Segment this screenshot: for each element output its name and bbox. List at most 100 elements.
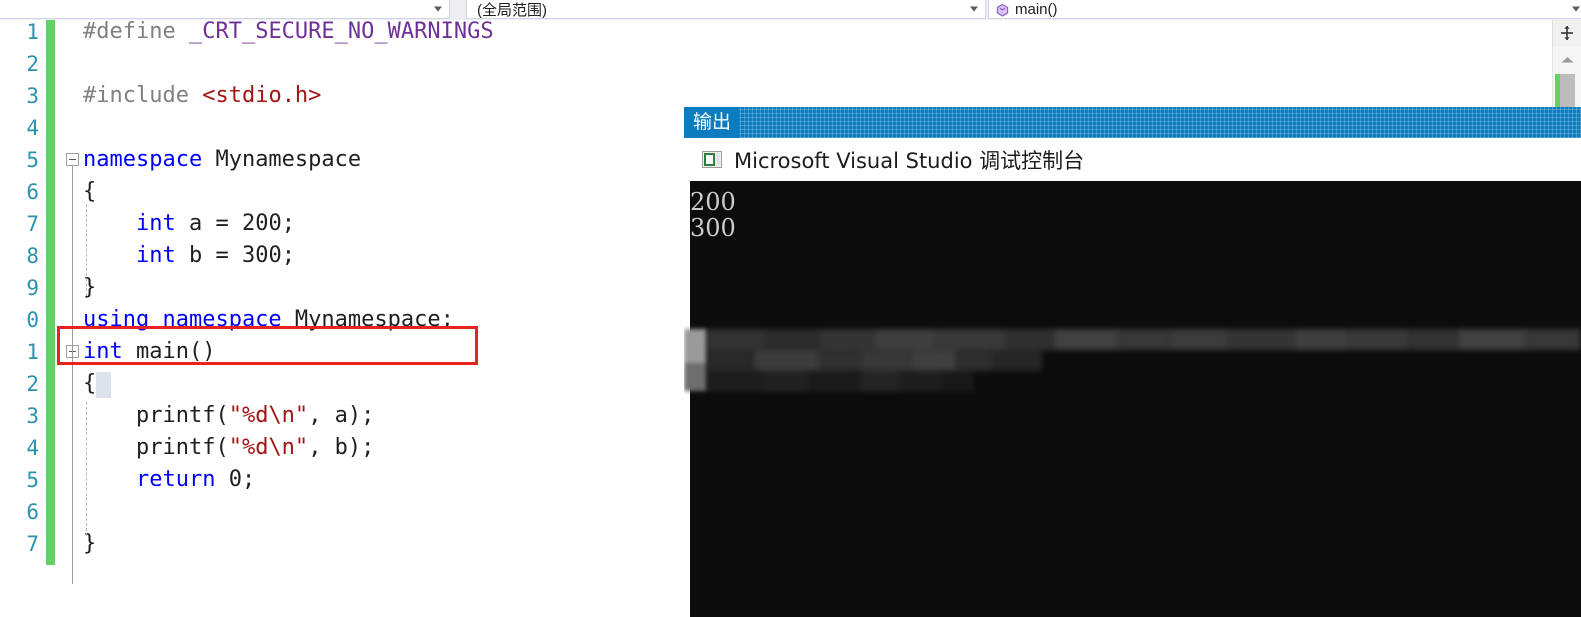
line-number: 1: [26, 340, 39, 364]
line-number: 2: [26, 372, 39, 396]
code-line[interactable]: {: [83, 176, 96, 208]
code-token: return: [135, 467, 216, 492]
redacted-text-block: [860, 350, 912, 371]
code-line[interactable]: namespace Mynamespace: [83, 144, 361, 176]
redacted-text-block: [1348, 329, 1408, 350]
code-line[interactable]: using namespace Mynamespace;: [83, 304, 454, 336]
console-window-title: Microsoft Visual Studio 调试控制台: [734, 148, 1085, 173]
redacted-text-block: [956, 350, 992, 371]
scope-selector-value: (全局范围): [477, 1, 547, 19]
line-number: 4: [26, 436, 39, 460]
redacted-text-block: [1006, 329, 1054, 350]
code-token: b = 300;: [175, 243, 295, 268]
line-number: 7: [26, 532, 39, 556]
code-token: Mynamespace;: [294, 307, 454, 332]
redacted-text-block: [874, 329, 936, 350]
redacted-text-block: [818, 329, 874, 350]
member-selector-combo[interactable]: main(): [988, 0, 1581, 19]
line-number: 9: [26, 276, 39, 300]
redacted-text-block: [1294, 329, 1348, 350]
code-token: _CRT_SECURE_NO_WARNINGS: [188, 20, 494, 44]
code-fold-toggle[interactable]: [66, 153, 79, 166]
code-token: printf(: [83, 403, 229, 428]
code-line[interactable]: }: [83, 272, 96, 304]
line-number: 5: [26, 468, 39, 492]
split-view-icon[interactable]: [1552, 20, 1581, 47]
code-line[interactable]: {: [83, 368, 96, 400]
code-structure-guide: [72, 166, 73, 364]
line-number: 8: [26, 244, 39, 268]
code-token: int: [135, 243, 176, 268]
redacted-text-block: [766, 329, 818, 350]
code-token: int: [135, 211, 176, 236]
redacted-text-block: [944, 371, 974, 392]
code-indent-guide: [86, 402, 87, 536]
unsaved-change-indicator: [46, 20, 55, 565]
line-number: 4: [26, 116, 39, 140]
chevron-down-icon: [970, 6, 978, 12]
console-window-header: Microsoft Visual Studio 调试控制台: [684, 138, 1581, 181]
code-token: {: [83, 371, 97, 396]
code-line[interactable]: #define _CRT_SECURE_NO_WARNINGS: [83, 20, 494, 48]
code-line[interactable]: int b = 300;: [83, 240, 295, 272]
line-number: 3: [26, 404, 39, 428]
code-token: <stdio.h>: [202, 83, 322, 108]
redacted-text-block: [754, 350, 820, 371]
code-token: main(): [122, 339, 216, 364]
redacted-text-block: [992, 350, 1042, 371]
code-token: a = 200;: [175, 211, 295, 236]
console-output-line: 200: [690, 188, 736, 216]
redacted-text-block: [1526, 329, 1581, 350]
line-number: 6: [26, 180, 39, 204]
code-indent-guide: [86, 204, 87, 296]
code-token: namespace: [83, 147, 216, 172]
redacted-text-block: [900, 371, 944, 392]
redacted-text-block: [820, 350, 860, 371]
chevron-down-icon: [434, 6, 442, 12]
redacted-text-block: [860, 371, 900, 392]
redacted-text-block: [706, 329, 766, 350]
code-token: , b);: [308, 435, 375, 460]
code-line[interactable]: }: [83, 528, 96, 560]
code-line[interactable]: #include <stdio.h>: [83, 80, 321, 112]
line-number: 7: [26, 212, 39, 236]
output-panel: 输出 Microsoft Visual Studio 调试控制台 200 300: [684, 107, 1581, 617]
console-icon: [702, 151, 722, 168]
editor-navigation-bar: (全局范围) main(): [0, 0, 1581, 20]
code-structure-guide: [72, 358, 73, 584]
code-token: printf(: [83, 435, 229, 460]
member-selector-value: main(): [1015, 0, 1058, 18]
code-token: , a);: [308, 403, 375, 428]
file-selector-combo[interactable]: [0, 0, 450, 19]
code-token: {: [83, 179, 97, 204]
code-line[interactable]: int a = 200;: [83, 208, 295, 240]
chevron-down-icon: [1572, 6, 1580, 12]
line-number: 6: [26, 500, 39, 524]
console-output-area[interactable]: 200 300: [684, 181, 1581, 617]
output-panel-titlebar[interactable]: 输出: [684, 107, 1581, 138]
redacted-text-block: [1408, 329, 1458, 350]
redacted-text-block: [1170, 329, 1228, 350]
code-line[interactable]: printf("%d\n", b);: [83, 432, 374, 464]
redacted-text-block: [936, 329, 1006, 350]
console-output-line: 300: [690, 214, 736, 242]
method-icon: [995, 3, 1010, 18]
redacted-text-block: [1228, 329, 1294, 350]
line-number: 5: [26, 148, 39, 172]
redacted-text-block: [706, 371, 762, 392]
code-line[interactable]: return 0;: [83, 464, 255, 496]
text-selection-highlight: [96, 372, 112, 398]
scope-selector-combo[interactable]: (全局范围): [466, 0, 986, 19]
chevron-up-icon[interactable]: [1553, 50, 1581, 70]
console-left-strip: [684, 181, 690, 617]
code-line[interactable]: int main(): [83, 336, 215, 368]
code-token: "%d\n": [228, 403, 309, 428]
code-token: }: [83, 275, 97, 300]
redacted-console-text: [684, 329, 1581, 392]
code-line[interactable]: printf("%d\n", a);: [83, 400, 374, 432]
redacted-text-block: [706, 350, 754, 371]
line-number: 2: [26, 52, 39, 76]
